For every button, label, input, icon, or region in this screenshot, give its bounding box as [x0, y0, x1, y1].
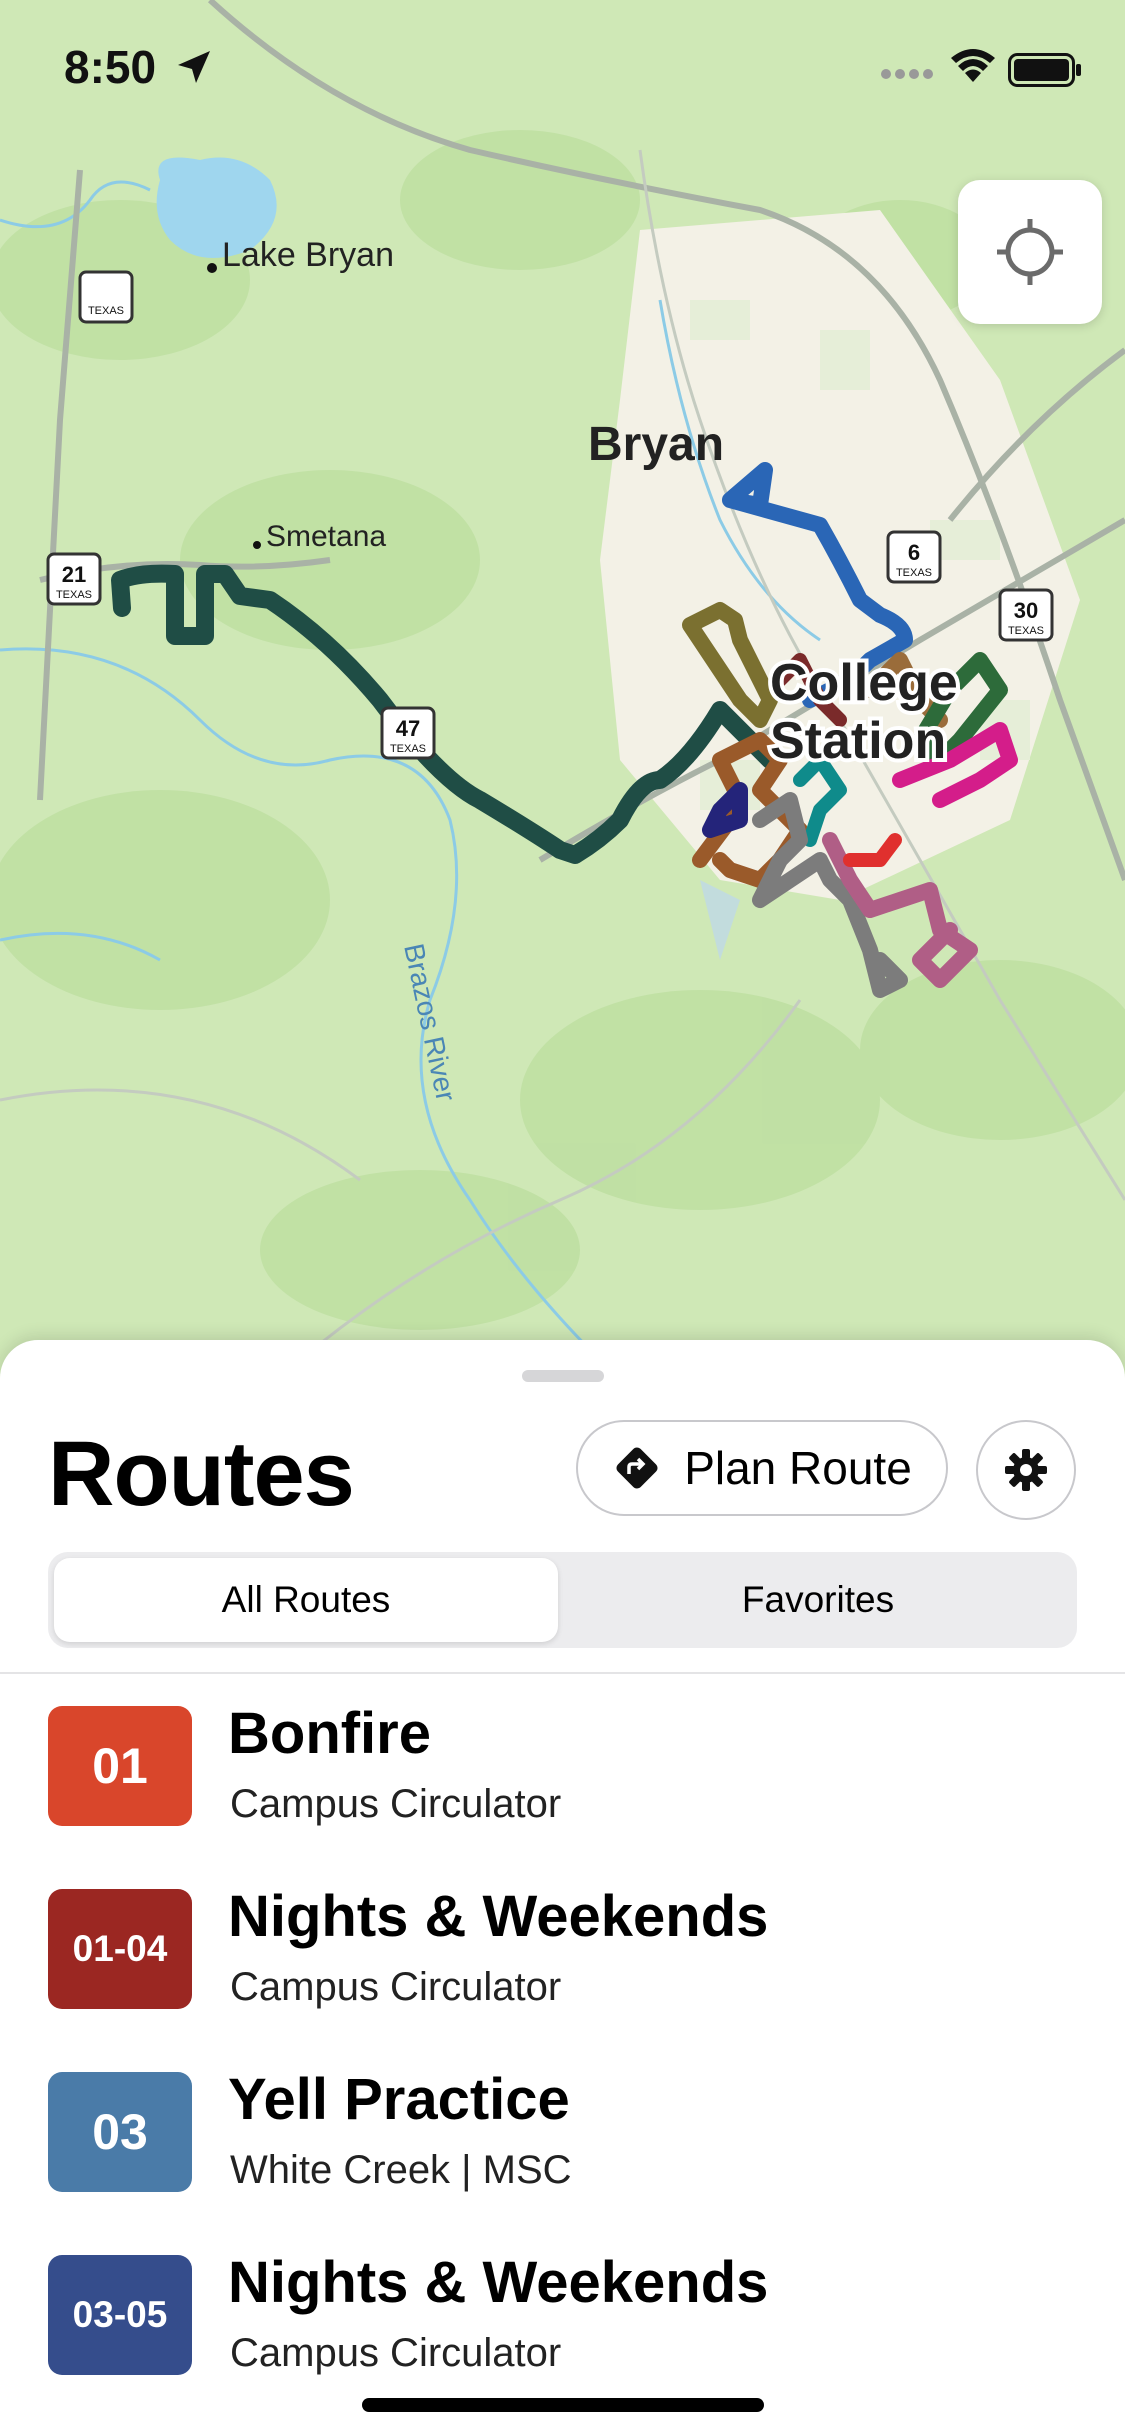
map-view[interactable]: Lake Bryan Bryan Smetana College Station…	[0, 0, 1125, 1360]
label-college-station-2: Station	[770, 712, 946, 770]
route-name: Yell Practice	[228, 2067, 570, 2132]
route-number-badge: 01-04	[48, 1889, 192, 2009]
label-bryan: Bryan	[588, 418, 724, 471]
highway-shield-6: 6 TEXAS	[886, 530, 942, 584]
route-row[interactable]: 01-04 Nights & Weekends Campus Circulato…	[0, 1884, 1125, 2049]
svg-text:TEXAS: TEXAS	[390, 743, 426, 755]
battery-icon	[1008, 53, 1081, 87]
highway-shield-30: 30 TEXAS	[998, 588, 1054, 642]
plan-route-label: Plan Route	[684, 1442, 912, 1494]
svg-text:TEXAS: TEXAS	[1008, 625, 1044, 637]
route-row[interactable]: 03-05 Nights & Weekends Campus Circulato…	[0, 2250, 1125, 2415]
divider	[0, 1672, 1125, 1674]
label-lake-bryan: Lake Bryan	[222, 236, 394, 274]
home-indicator[interactable]	[362, 2398, 764, 2412]
sheet-grabber[interactable]	[522, 1370, 604, 1382]
route-subtitle: White Creek | MSC	[230, 2148, 572, 2192]
directions-icon	[616, 1447, 658, 1489]
locate-me-button[interactable]	[958, 180, 1102, 324]
route-subtitle: Campus Circulator	[230, 1782, 562, 1826]
crosshair-icon	[997, 219, 1063, 285]
highway-shield-21: 21 TEXAS	[46, 552, 102, 606]
highway-shield-tx: TEXAS	[78, 270, 134, 324]
route-subtitle: Campus Circulator	[230, 2331, 562, 2375]
svg-text:TEXAS: TEXAS	[896, 567, 932, 579]
route-row[interactable]: 01 Bonfire Campus Circulator	[0, 1701, 1125, 1866]
route-name: Nights & Weekends	[228, 2250, 769, 2315]
wifi-icon	[951, 49, 995, 82]
tab-all-routes[interactable]: All Routes	[54, 1558, 558, 1642]
gear-icon	[1005, 1449, 1047, 1491]
cellular-signal-icon	[881, 69, 933, 79]
routes-sheet: Routes Plan Route All Routes Favorites 0…	[0, 1340, 1125, 2436]
label-smetana: Smetana	[266, 520, 386, 553]
highway-shield-47: 47 TEXAS	[380, 706, 436, 760]
routes-segmented-control: All Routes Favorites	[48, 1552, 1077, 1648]
location-arrow-icon	[178, 51, 210, 83]
route-name: Nights & Weekends	[228, 1884, 769, 1949]
plan-route-button[interactable]: Plan Route	[576, 1420, 948, 1516]
route-subtitle: Campus Circulator	[230, 1965, 562, 2009]
route-number-badge: 03	[48, 2072, 192, 2192]
svg-text:47: 47	[396, 716, 420, 741]
svg-text:6: 6	[908, 540, 920, 565]
route-number-badge: 01	[48, 1706, 192, 1826]
svg-text:TEXAS: TEXAS	[88, 305, 124, 317]
svg-text:21: 21	[62, 562, 86, 587]
tab-favorites[interactable]: Favorites	[566, 1558, 1070, 1642]
route-number-badge: 03-05	[48, 2255, 192, 2375]
settings-button[interactable]	[976, 1420, 1076, 1520]
route-row[interactable]: 03 Yell Practice White Creek | MSC	[0, 2067, 1125, 2232]
label-college-station: College	[770, 654, 958, 712]
status-time: 8:50	[64, 41, 157, 93]
svg-text:30: 30	[1014, 598, 1038, 623]
svg-text:TEXAS: TEXAS	[56, 589, 92, 601]
status-bar: 8:50	[0, 0, 1125, 140]
route-name: Bonfire	[228, 1701, 431, 1766]
page-title: Routes	[48, 1423, 355, 1525]
